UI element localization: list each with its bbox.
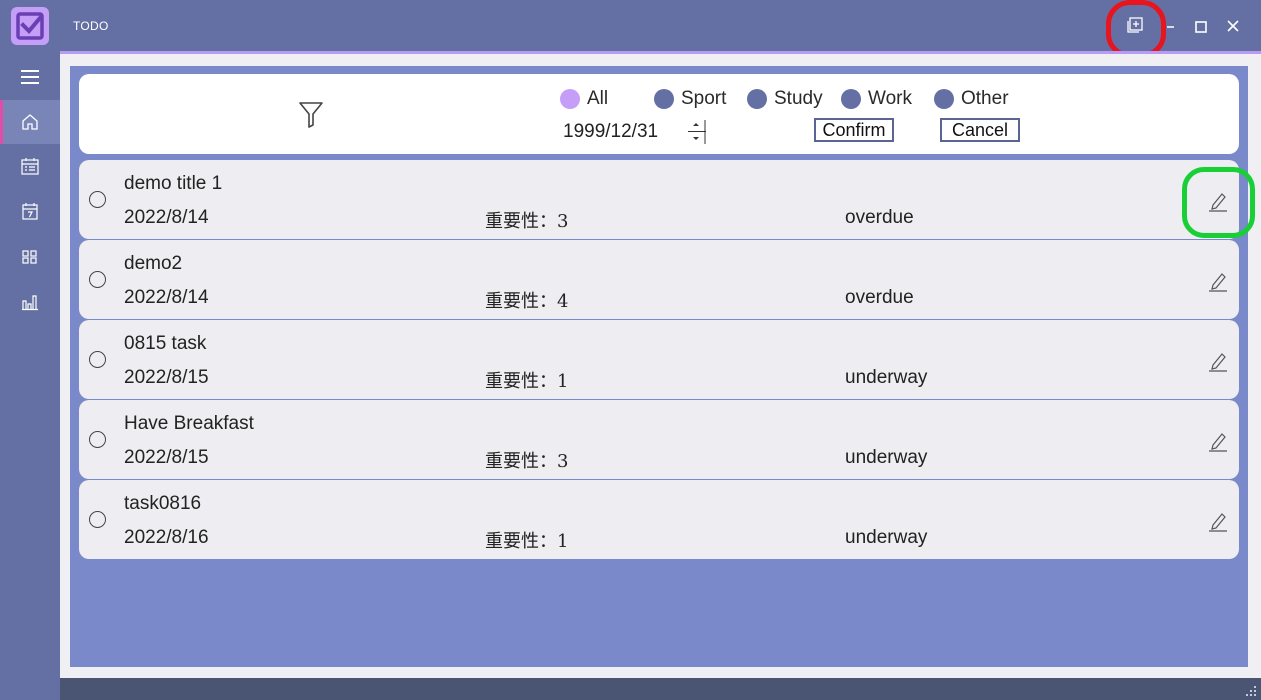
task-importance: 重要性：3: [485, 211, 569, 232]
sidebar-item-stats[interactable]: [0, 280, 60, 324]
category-study[interactable]: Study: [747, 88, 823, 110]
sidebar: [0, 52, 60, 700]
task-row[interactable]: task0816 2022/8/16 重要性：1 underway: [79, 480, 1239, 559]
radio-icon: [747, 89, 767, 109]
confirm-button[interactable]: Confirm: [814, 118, 894, 142]
task-date: 2022/8/14: [124, 207, 209, 228]
category-sport[interactable]: Sport: [654, 88, 726, 110]
bar-chart-icon: [22, 295, 38, 311]
sidebar-item-calendar-day[interactable]: [0, 190, 60, 234]
task-importance: 重要性：1: [485, 531, 569, 552]
category-all[interactable]: All: [560, 88, 608, 110]
status-bar: [60, 678, 1261, 700]
task-row[interactable]: Have Breakfast 2022/8/15 重要性：3 underway: [79, 400, 1239, 479]
date-input[interactable]: 1999/12/31: [563, 121, 658, 143]
complete-checkbox[interactable]: [89, 191, 106, 208]
category-other[interactable]: Other: [934, 88, 1009, 110]
highlight-red-ring: [1106, 0, 1166, 58]
category-label: Sport: [681, 88, 727, 109]
sidebar-item-calendar-list[interactable]: [0, 145, 60, 189]
date-spinner-icon[interactable]: [687, 120, 707, 144]
category-label: All: [587, 88, 609, 109]
sidebar-item-home[interactable]: [0, 100, 60, 144]
filter-icon[interactable]: [298, 101, 324, 129]
edit-icon[interactable]: [1207, 510, 1229, 532]
edit-icon[interactable]: [1207, 270, 1229, 292]
task-date: 2022/8/15: [124, 447, 209, 468]
task-row[interactable]: demo title 1 2022/8/14 重要性：3 overdue: [79, 160, 1239, 239]
complete-checkbox[interactable]: [89, 351, 106, 368]
task-status: underway: [845, 447, 928, 468]
minimize-icon[interactable]: [1159, 14, 1183, 38]
radio-selected-icon: [560, 89, 580, 109]
home-icon: [22, 114, 38, 130]
task-title: demo2: [124, 253, 183, 274]
task-importance: 重要性：4: [485, 291, 569, 312]
task-importance: 重要性：3: [485, 451, 569, 472]
cancel-button[interactable]: Cancel: [940, 118, 1020, 142]
calendar-list-icon: [21, 158, 39, 175]
maximize-icon[interactable]: [1189, 14, 1213, 38]
radio-icon: [654, 89, 674, 109]
task-title: Have Breakfast: [124, 413, 254, 434]
category-work[interactable]: Work: [841, 88, 912, 110]
task-date: 2022/8/15: [124, 367, 209, 388]
highlight-green-ring: [1182, 167, 1255, 238]
close-icon[interactable]: [1221, 14, 1245, 38]
todo-logo-icon: [11, 7, 49, 45]
task-date: 2022/8/16: [124, 527, 209, 548]
menu-button[interactable]: [0, 55, 60, 99]
menu-icon: [21, 70, 39, 84]
grid-icon: [22, 250, 37, 264]
resize-grip-icon[interactable]: [1245, 685, 1257, 697]
edit-icon[interactable]: [1207, 430, 1229, 452]
task-title: task0816: [124, 493, 202, 514]
category-label: Other: [961, 88, 1009, 109]
task-status: underway: [845, 527, 928, 548]
category-label: Work: [868, 88, 912, 109]
task-row[interactable]: 0815 task 2022/8/15 重要性：1 underway: [79, 320, 1239, 399]
complete-checkbox[interactable]: [89, 511, 106, 528]
complete-checkbox[interactable]: [89, 271, 106, 288]
app-title: TODO: [73, 19, 109, 33]
task-importance: 重要性：1: [485, 371, 569, 392]
task-row[interactable]: demo2 2022/8/14 重要性：4 overdue: [79, 240, 1239, 319]
calendar-day-icon: [22, 203, 38, 220]
title-bar: TODO: [0, 0, 1261, 58]
category-label: Study: [774, 88, 823, 109]
filter-panel: All Sport Study Work Other 1999/12/31 Co…: [79, 74, 1239, 154]
radio-icon: [841, 89, 861, 109]
sidebar-item-grid[interactable]: [0, 235, 60, 279]
task-status: overdue: [845, 207, 914, 228]
task-title: 0815 task: [124, 333, 207, 354]
radio-icon: [934, 89, 954, 109]
edit-icon[interactable]: [1207, 350, 1229, 372]
task-title: demo title 1: [124, 173, 223, 194]
complete-checkbox[interactable]: [89, 431, 106, 448]
task-status: underway: [845, 367, 928, 388]
task-status: overdue: [845, 287, 914, 308]
task-date: 2022/8/14: [124, 287, 209, 308]
